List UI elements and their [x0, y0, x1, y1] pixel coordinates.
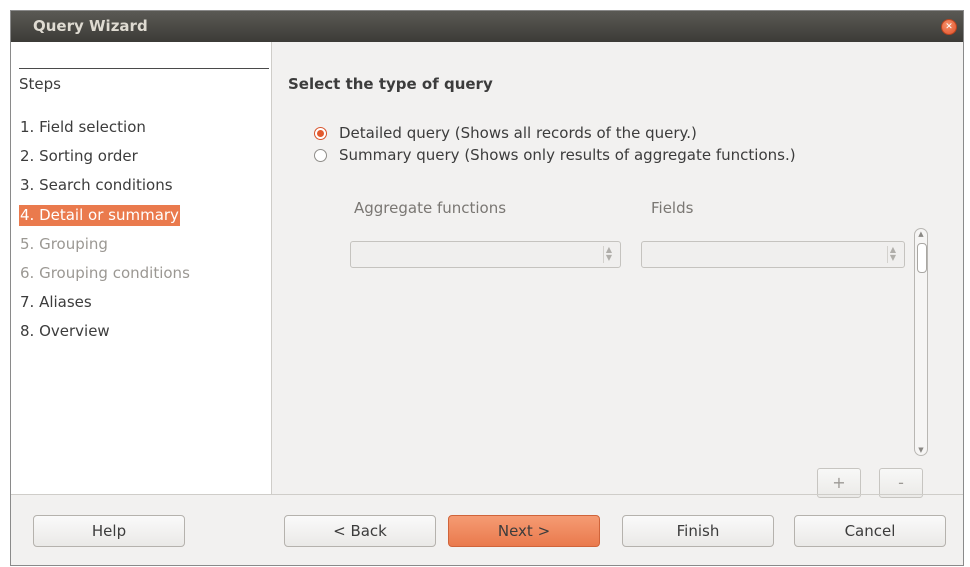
scrollbar-thumb[interactable]	[917, 243, 927, 273]
title-bar: Query Wizard ✕	[11, 11, 963, 42]
spin-arrows-icon: ▲ ▼	[887, 246, 898, 263]
steps-divider	[19, 68, 269, 69]
scroll-down-icon[interactable]: ▼	[917, 446, 925, 454]
scroll-up-icon[interactable]: ▲	[917, 230, 925, 238]
step-grouping: 5. Grouping	[20, 235, 108, 253]
finish-button[interactable]: Finish	[622, 515, 774, 547]
fields-label: Fields	[651, 199, 694, 217]
page-title: Select the type of query	[288, 75, 493, 93]
detailed-query-radio[interactable]	[314, 126, 327, 140]
query-wizard-dialog: Query Wizard ✕ Steps 1. Field selection …	[10, 10, 964, 566]
step-grouping-conditions: 6. Grouping conditions	[20, 264, 190, 282]
step-field-selection[interactable]: 1. Field selection	[19, 117, 147, 138]
summary-query-label[interactable]: Summary query (Shows only results of agg…	[339, 146, 796, 164]
step-search-conditions[interactable]: 3. Search conditions	[19, 175, 174, 196]
spin-arrows-icon: ▲ ▼	[603, 246, 614, 263]
summary-query-radio[interactable]	[314, 148, 327, 162]
footer-divider	[11, 494, 963, 495]
summary-query-option[interactable]: Summary query (Shows only results of agg…	[314, 146, 796, 164]
next-button[interactable]: Next >	[448, 515, 600, 547]
step-sorting-order[interactable]: 2. Sorting order	[19, 146, 139, 167]
detailed-query-option[interactable]: Detailed query (Shows all records of the…	[314, 124, 697, 142]
vertical-scrollbar[interactable]: ▲ ▼	[914, 228, 928, 456]
close-icon[interactable]: ✕	[941, 19, 957, 35]
aggregate-functions-label: Aggregate functions	[354, 199, 507, 217]
back-button[interactable]: < Back	[284, 515, 436, 547]
detailed-query-label[interactable]: Detailed query (Shows all records of the…	[339, 124, 697, 142]
window-title: Query Wizard	[33, 17, 148, 35]
main-panel: Select the type of query Detailed query …	[273, 42, 963, 498]
step-detail-or-summary[interactable]: 4. Detail or summary	[19, 205, 180, 226]
step-overview[interactable]: 8. Overview	[19, 321, 111, 342]
steps-panel: Steps 1. Field selection 2. Sorting orde…	[11, 42, 272, 494]
field-select: ▲ ▼	[641, 241, 905, 268]
step-aliases[interactable]: 7. Aliases	[19, 292, 93, 313]
help-button[interactable]: Help	[33, 515, 185, 547]
steps-heading: Steps	[19, 75, 61, 93]
cancel-button[interactable]: Cancel	[794, 515, 946, 547]
aggregate-function-select: ▲ ▼	[350, 241, 621, 268]
